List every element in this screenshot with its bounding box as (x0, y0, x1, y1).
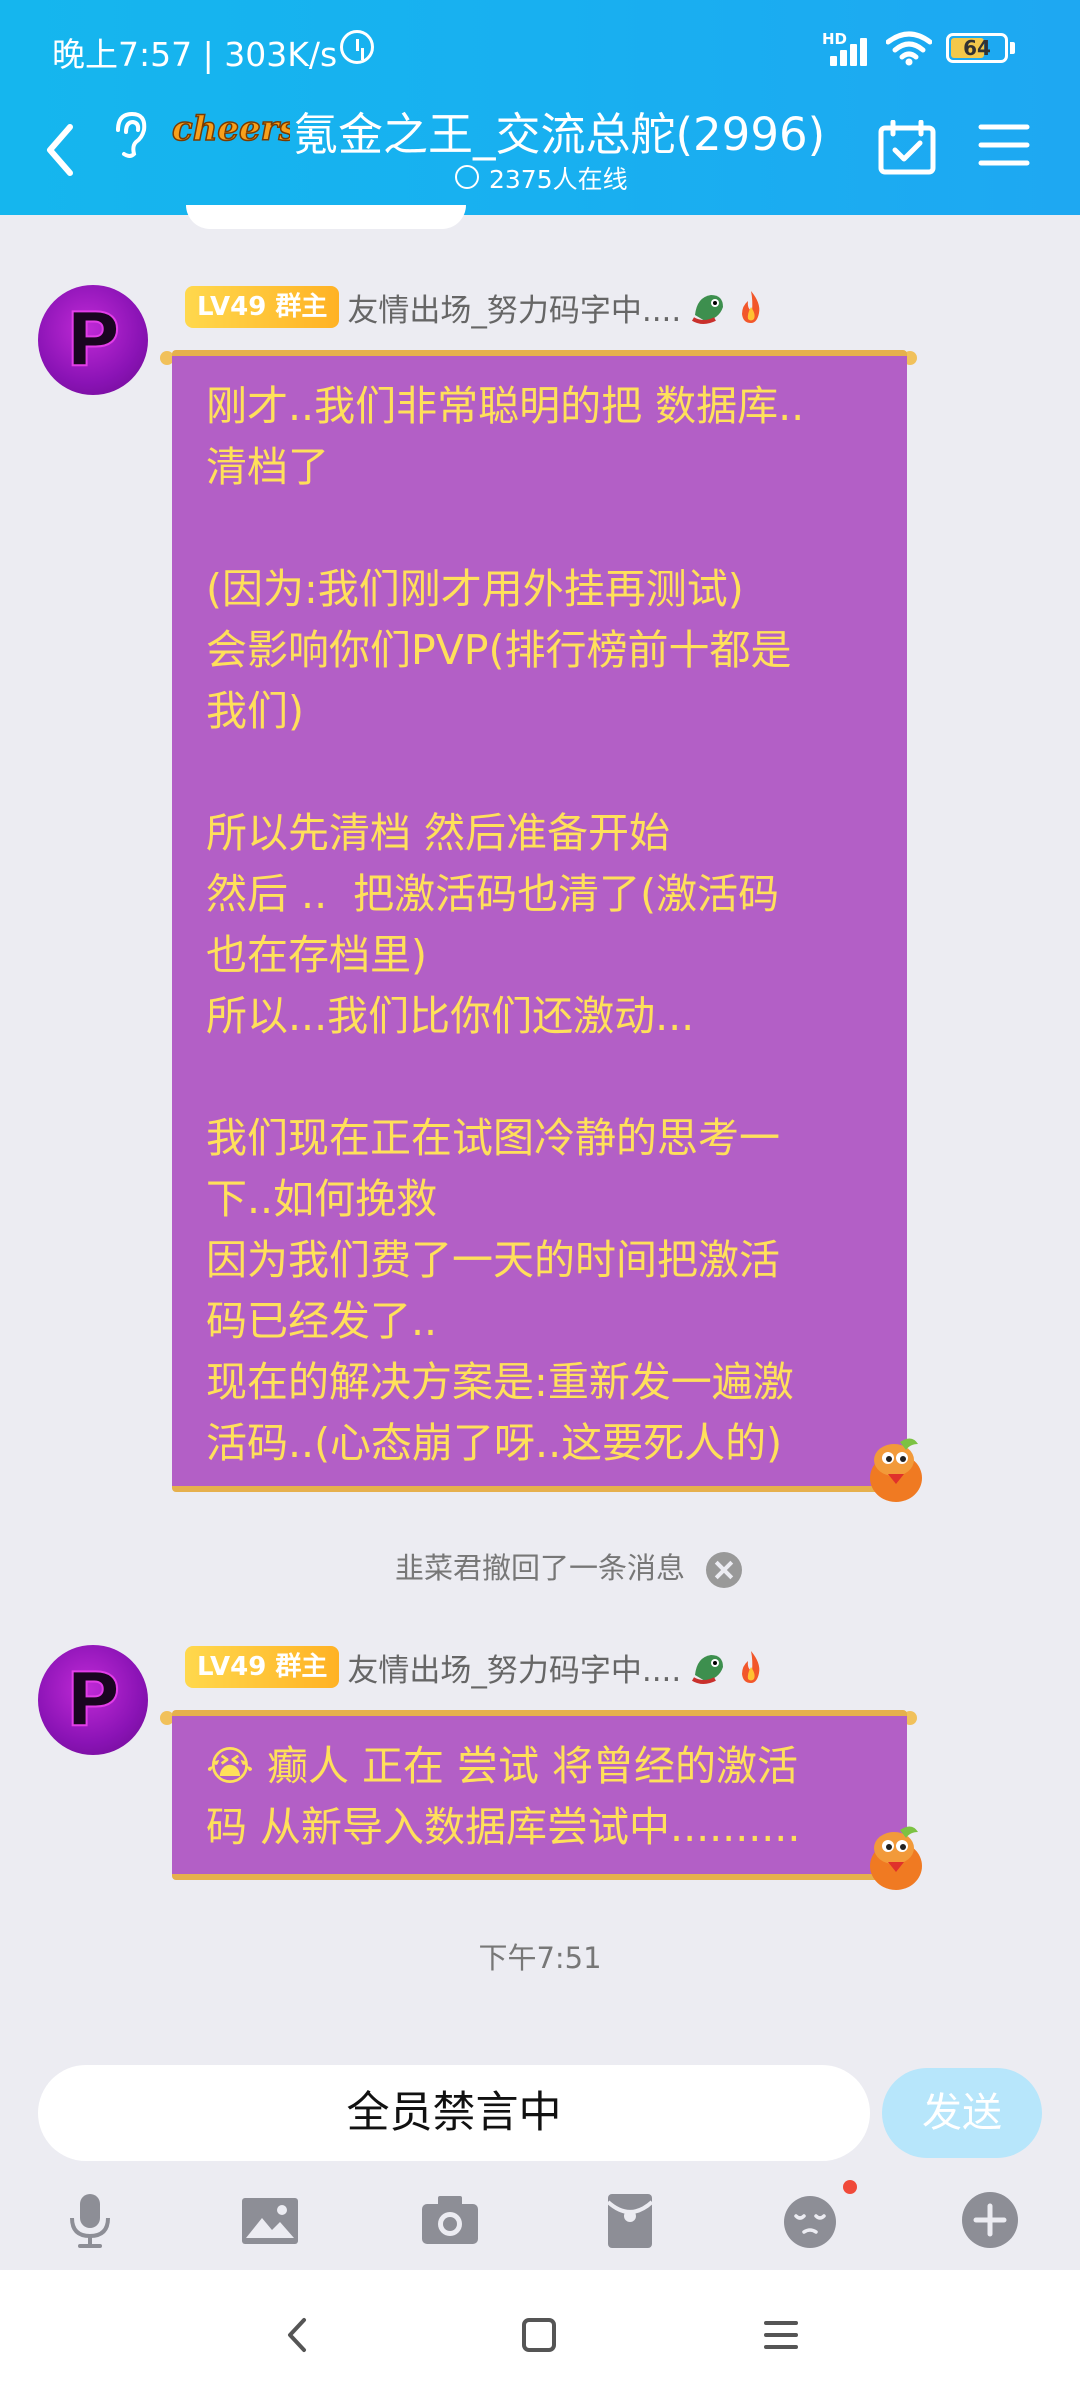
message-text: 😭 癫人 正在 尝试 将曾经的激活 码 从新导入数据库尝试中.......... (206, 1742, 801, 1851)
cheers-sticker-icon: cheers (171, 108, 290, 150)
group-title[interactable]: 氪金之王_交流总舵(2996) (293, 98, 825, 163)
sender-nickname[interactable]: 友情出场_努力码字中.... (347, 1645, 681, 1690)
calendar-check-icon[interactable] (878, 120, 936, 175)
microphone-icon[interactable] (58, 2188, 122, 2252)
red-packet-icon[interactable] (598, 2188, 662, 2252)
avatar-letter-icon: P (65, 1656, 121, 1744)
avatar-letter-icon: P (65, 296, 121, 384)
sender-nickname[interactable]: 友情出场_努力码字中.... (347, 285, 681, 330)
online-check-icon (455, 165, 479, 189)
muted-input-box: 全员禁言中 (38, 2065, 870, 2161)
avatar[interactable]: P (38, 1645, 148, 1755)
battery-icon: 64 (946, 33, 1008, 63)
nav-recents-icon[interactable] (756, 2310, 806, 2360)
fire-emoji-icon (742, 1651, 760, 1683)
avatar[interactable]: P (38, 285, 148, 395)
message-bubble[interactable]: 😭 癫人 正在 尝试 将曾经的激活 码 从新导入数据库尝试中.......... (172, 1710, 907, 1880)
cheers-sticker-text: cheers (172, 109, 290, 149)
recall-notice: 韭菜君撤回了一条消息 (394, 1551, 685, 1585)
ear-icon[interactable] (108, 108, 152, 160)
close-icon[interactable] (706, 1552, 742, 1588)
nav-home-icon[interactable] (514, 2310, 564, 2360)
dragon-emoji-icon (692, 1655, 724, 1684)
mascot-sticker-icon (870, 1438, 922, 1502)
sender-row: LV49 群主 友情出场_努力码字中.... (185, 285, 771, 329)
status-bar: 晚上7:57 | 303K/s HD 64 (0, 0, 1080, 95)
message-text: 刚才..我们非常聪明的把 数据库.. 清档了 (因为:我们刚才用外挂再测试) 会… (206, 382, 805, 1467)
battery-tip (1010, 42, 1015, 54)
plus-icon[interactable] (958, 2188, 1022, 2252)
signal-icon (824, 36, 872, 66)
emoji-icon[interactable] (778, 2188, 842, 2252)
battery-level: 64 (963, 36, 991, 60)
status-time: 晚上7:57 | 303K/s (52, 35, 338, 74)
time-divider: 下午7:51 (478, 1941, 602, 1975)
dragon-emoji-icon (692, 295, 724, 324)
online-count: 2375人在线 (489, 165, 628, 194)
image-icon[interactable] (238, 2188, 302, 2252)
avatar-letter: P (66, 1657, 120, 1743)
menu-icon[interactable] (978, 122, 1030, 168)
sender-row: LV49 群主 友情出场_努力码字中.... (185, 1645, 771, 1689)
avatar-letter: P (66, 297, 120, 383)
message-bubble[interactable]: 刚才..我们非常聪明的把 数据库.. 清档了 (因为:我们刚才用外挂再测试) 会… (172, 350, 907, 1492)
camera-icon[interactable] (418, 2188, 482, 2252)
level-badge: LV49 群主 (185, 1646, 340, 1688)
send-button[interactable]: 发送 (882, 2068, 1042, 2158)
back-button[interactable] (36, 115, 86, 185)
chat-header: 晚上7:57 | 303K/s HD 64 cheers 氪金之王_交流总舵(2… (0, 0, 1080, 215)
wifi-icon (886, 31, 932, 66)
alarm-icon (340, 30, 374, 64)
nav-back-icon[interactable] (272, 2310, 322, 2360)
notification-dot (843, 2180, 857, 2194)
level-badge: LV49 群主 (185, 286, 340, 328)
previous-message-bubble (186, 205, 466, 229)
mascot-sticker-icon (870, 1826, 922, 1890)
fire-emoji-icon (742, 291, 760, 323)
